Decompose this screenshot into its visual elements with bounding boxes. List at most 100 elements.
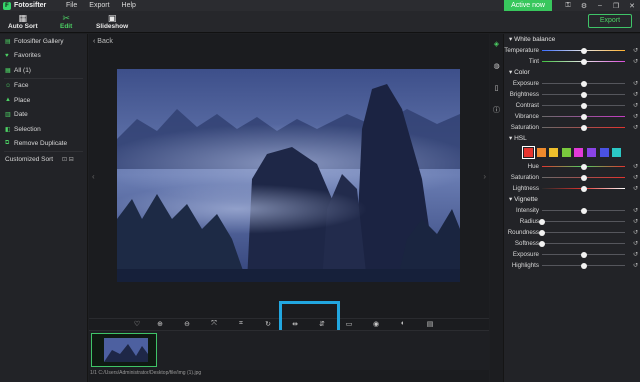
auto-sort-button[interactable]: ▦ Auto Sort	[8, 13, 38, 30]
slider-knob[interactable]	[539, 229, 545, 236]
slider-knob[interactable]	[580, 91, 587, 98]
crop-icon[interactable]: ⌗	[235, 320, 247, 328]
slider-track[interactable]	[542, 207, 625, 214]
adjust-icon[interactable]: ◈	[490, 34, 503, 56]
slider-track[interactable]	[542, 91, 625, 98]
restore-icon[interactable]: ❐	[608, 2, 624, 10]
slider-knob[interactable]	[580, 262, 587, 269]
reset-icon[interactable]: ↺	[633, 207, 638, 214]
reset-icon[interactable]: ↺	[633, 229, 638, 236]
slider-track[interactable]	[542, 47, 625, 54]
sidebar-item-selection[interactable]: ◧ Selection	[0, 122, 87, 137]
slider-knob[interactable]	[580, 58, 587, 65]
color-swatch[interactable]	[612, 148, 622, 157]
slider-track[interactable]	[542, 113, 625, 120]
section-header[interactable]: ▾ HSL	[504, 133, 640, 144]
slider-track[interactable]	[542, 102, 625, 109]
heart-icon[interactable]: ♡	[131, 320, 143, 328]
reset-icon[interactable]: ↺	[633, 91, 638, 98]
color-swatch[interactable]	[536, 148, 546, 157]
sidebar-item-remove-duplicate[interactable]: ⧉ Remove Duplicate	[0, 137, 87, 152]
color-swatch[interactable]	[549, 148, 559, 157]
reset-icon[interactable]: ↺	[633, 262, 638, 269]
slider-track[interactable]	[542, 80, 625, 87]
slider-track[interactable]	[542, 174, 625, 181]
color-swatch[interactable]	[561, 148, 571, 157]
section-header[interactable]: ▾ Vignette	[504, 194, 640, 205]
zoom-out-icon[interactable]: ⊖	[181, 320, 193, 328]
rotate-icon[interactable]: ↻	[262, 320, 274, 328]
slider-knob[interactable]	[580, 251, 587, 258]
color-drop-icon[interactable]: ◍	[490, 56, 503, 78]
slider-knob[interactable]	[580, 80, 587, 87]
close-icon[interactable]: ✕	[624, 2, 640, 10]
menu-file[interactable]: File	[66, 2, 77, 9]
reset-icon[interactable]: ↺	[633, 163, 638, 170]
key-icon[interactable]: ⚿	[560, 2, 576, 10]
slider-track[interactable]	[539, 229, 625, 236]
active-now-button[interactable]: Active now	[504, 0, 552, 11]
reset-icon[interactable]: ↺	[633, 218, 638, 225]
customized-sort[interactable]: Customized Sort ⊡ ⊟	[0, 152, 87, 166]
section-header[interactable]: ▾ White balance	[504, 34, 640, 45]
slider-knob[interactable]	[539, 218, 545, 225]
section-header[interactable]: ▾ Color	[504, 67, 640, 78]
zoom-in-icon[interactable]: ⊕	[154, 320, 166, 328]
slider-knob[interactable]	[580, 47, 587, 54]
reset-icon[interactable]: ↺	[633, 47, 638, 54]
slider-track[interactable]	[542, 124, 625, 131]
add-sort-icon[interactable]: ⊡ ⊟	[62, 156, 74, 163]
aspect-icon[interactable]: ▭	[343, 320, 355, 328]
delete-icon[interactable]: ▤	[424, 320, 436, 328]
frame-icon[interactable]: ▯	[490, 78, 503, 100]
color-swatch[interactable]	[574, 148, 584, 157]
sidebar-item-all[interactable]: ▦ All (1)	[0, 63, 87, 78]
export-button[interactable]: Export	[588, 14, 632, 28]
edit-button[interactable]: ✂ Edit	[60, 13, 72, 30]
sidebar-item-date[interactable]: ▥ Date	[0, 108, 87, 123]
next-arrow-icon[interactable]: ›	[483, 172, 486, 181]
slider-track[interactable]	[542, 163, 625, 170]
slider-knob[interactable]	[580, 113, 587, 120]
compare-icon[interactable]: ◐	[397, 320, 409, 327]
slider-track[interactable]	[542, 262, 625, 269]
previous-arrow-icon[interactable]: ‹	[92, 172, 95, 181]
reset-icon[interactable]: ↺	[633, 124, 638, 131]
filmstrip-thumbnail[interactable]	[91, 333, 157, 367]
slider-knob[interactable]	[580, 207, 587, 214]
sidebar-item-place[interactable]: ▲ Place	[0, 93, 87, 108]
color-swatch[interactable]	[586, 148, 596, 157]
reset-icon[interactable]: ↺	[633, 102, 638, 109]
menu-help[interactable]: Help	[122, 2, 136, 9]
slider-knob[interactable]	[580, 102, 587, 109]
reset-icon[interactable]: ↺	[633, 113, 638, 120]
eye-icon[interactable]: ◉	[370, 320, 382, 328]
reset-icon[interactable]: ↺	[633, 80, 638, 87]
slider-track[interactable]	[542, 58, 625, 65]
slider-knob[interactable]	[539, 240, 545, 247]
slider-knob[interactable]	[580, 185, 587, 192]
sidebar-item-gallery[interactable]: ▤ Fotosifter Gallery	[0, 34, 87, 49]
reset-icon[interactable]: ↺	[633, 174, 638, 181]
reset-icon[interactable]: ↺	[633, 240, 638, 247]
back-button[interactable]: ‹ Back	[93, 38, 113, 45]
slider-track[interactable]	[539, 240, 625, 247]
reset-icon[interactable]: ↺	[633, 251, 638, 258]
slider-track[interactable]	[542, 251, 625, 258]
slider-knob[interactable]	[580, 163, 587, 170]
slider-knob[interactable]	[580, 124, 587, 131]
slider-track[interactable]	[542, 185, 625, 192]
color-swatch[interactable]	[599, 148, 609, 157]
slider-track[interactable]	[539, 218, 625, 225]
fit-icon[interactable]: ⤧	[208, 320, 220, 328]
gear-icon[interactable]: ⚙	[576, 2, 592, 10]
sidebar-item-favorites[interactable]: ♥ Favorites	[0, 49, 87, 64]
sidebar-item-face[interactable]: ☺ Face	[0, 79, 87, 94]
reset-icon[interactable]: ↺	[633, 58, 638, 65]
reset-icon[interactable]: ↺	[633, 185, 638, 192]
info-icon[interactable]: ⓘ	[490, 100, 503, 122]
minimize-icon[interactable]: –	[592, 2, 608, 9]
color-swatch[interactable]	[522, 146, 535, 159]
menu-export[interactable]: Export	[89, 2, 109, 9]
slideshow-button[interactable]: ▣ Slideshow	[96, 13, 128, 30]
